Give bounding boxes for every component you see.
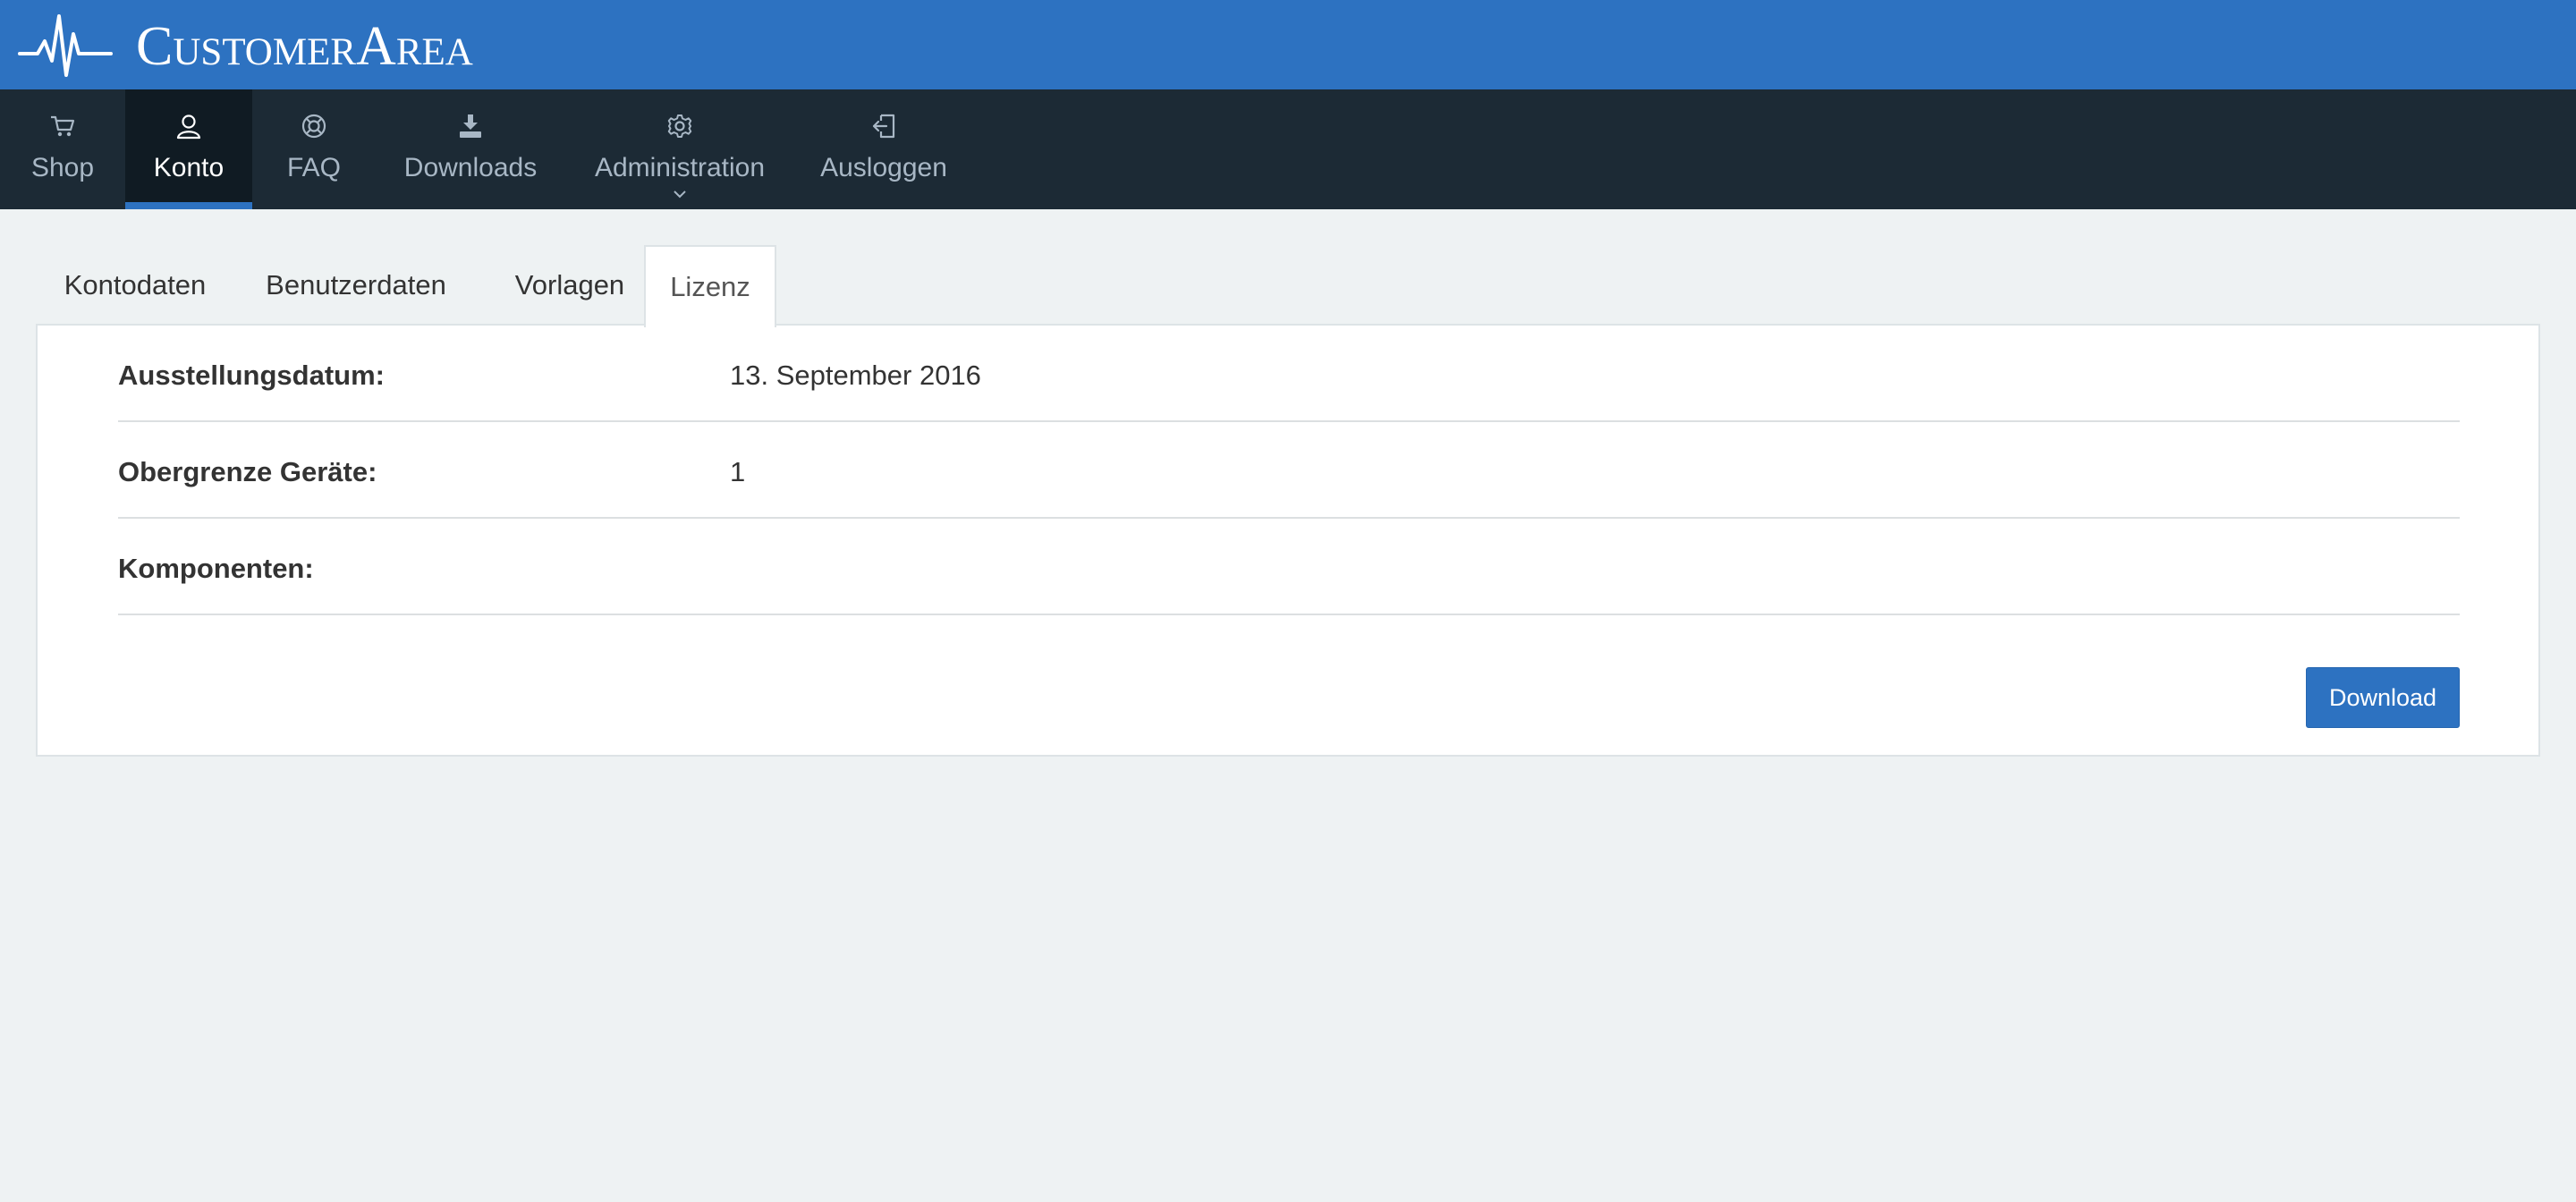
- tab-kontodaten[interactable]: Kontodaten: [36, 245, 234, 326]
- logout-icon: [794, 111, 973, 141]
- nav-item-konto[interactable]: Konto: [125, 89, 252, 209]
- tab-lizenz[interactable]: Lizenz: [644, 245, 776, 327]
- tab-benutzerdaten[interactable]: Benutzerdaten: [234, 245, 478, 326]
- nav-item-shop[interactable]: Shop: [0, 89, 125, 209]
- nav-item-downloads[interactable]: Downloads: [376, 89, 565, 209]
- nav-label-administration: Administration: [594, 153, 766, 182]
- nav-item-ausloggen[interactable]: Ausloggen: [794, 89, 973, 209]
- device-limit-label: Obergrenze Geräte:: [118, 456, 377, 487]
- issue-date-value: 13. September 2016: [730, 360, 981, 391]
- tab-vorlagen[interactable]: Vorlagen: [478, 245, 662, 326]
- nav-label-faq: FAQ: [286, 153, 341, 182]
- lifebuoy-icon: [252, 111, 376, 141]
- nav-item-faq[interactable]: FAQ: [252, 89, 376, 209]
- logo-text[interactable]: CustomerArea: [136, 18, 473, 75]
- license-row-components: Komponenten:: [118, 519, 2460, 615]
- download-button[interactable]: Download: [2306, 667, 2460, 728]
- download-icon: [376, 111, 565, 141]
- license-row-device-limit: Obergrenze Geräte: 1: [118, 422, 2460, 519]
- cart-icon: [0, 111, 125, 141]
- nav-label-shop: Shop: [30, 153, 95, 182]
- nav-label-konto: Konto: [153, 153, 225, 182]
- nav-item-administration[interactable]: Administration: [565, 89, 794, 209]
- license-row-issue-date: Ausstellungsdatum: 13. September 2016: [118, 326, 2460, 422]
- issue-date-label: Ausstellungsdatum:: [118, 360, 385, 391]
- chevron-down-icon: [565, 190, 794, 199]
- nav-label-downloads: Downloads: [403, 153, 538, 182]
- device-limit-value: 1: [730, 456, 746, 487]
- user-icon: [125, 111, 252, 141]
- components-label: Komponenten:: [118, 553, 314, 584]
- gear-icon: [565, 111, 794, 141]
- heartbeat-icon: [18, 7, 116, 87]
- main-nav: Shop Konto FAQ Downloads Administration …: [0, 89, 2576, 209]
- top-header: CustomerArea: [0, 0, 2576, 89]
- license-panel: Ausstellungsdatum: 13. September 2016 Ob…: [36, 324, 2540, 757]
- nav-label-ausloggen: Ausloggen: [820, 153, 947, 182]
